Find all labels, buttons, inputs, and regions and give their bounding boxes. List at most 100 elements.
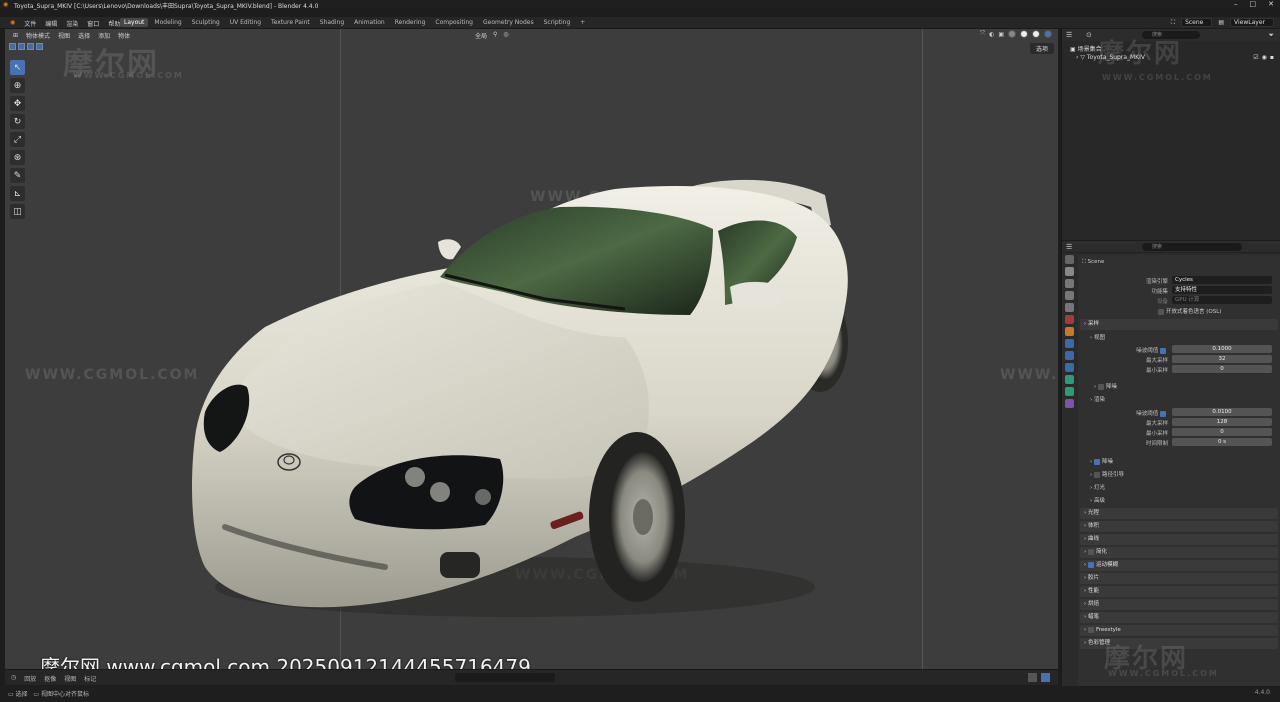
render-engine-select[interactable]: Cycles: [1172, 276, 1272, 284]
keying-set-icon[interactable]: [1041, 673, 1050, 682]
checkbox-icon[interactable]: ☑: [1253, 54, 1258, 61]
world-tab-icon[interactable]: [1064, 315, 1074, 324]
subpanel-render[interactable]: › 渲染: [1090, 395, 1105, 403]
tab-sculpting[interactable]: Sculpting: [188, 18, 224, 27]
tab-animation[interactable]: Animation: [350, 18, 389, 27]
select-mode-subtract-icon[interactable]: [27, 43, 34, 50]
panel-volumes[interactable]: › 体积: [1080, 521, 1278, 532]
tab-shading[interactable]: Shading: [316, 18, 348, 27]
menu-edit[interactable]: 编辑: [45, 19, 57, 28]
tab-scripting[interactable]: Scripting: [540, 18, 575, 27]
r-max-samples-field[interactable]: 128: [1172, 418, 1272, 426]
view-layer-tab-icon[interactable]: [1064, 291, 1074, 300]
gizmo-icon[interactable]: ⤧: [980, 30, 985, 38]
panel-freestyle[interactable]: › Freestyle: [1080, 625, 1278, 636]
panel-sampling[interactable]: › 采样: [1080, 319, 1278, 330]
menu-timeline-view[interactable]: 视图: [64, 674, 76, 683]
properties-search-input[interactable]: 搜索: [1142, 243, 1242, 251]
transform-icon[interactable]: ⊛: [10, 150, 25, 165]
panel-grease-pencil[interactable]: › 蜡笔: [1080, 612, 1278, 623]
tab-geometry-nodes[interactable]: Geometry Nodes: [479, 18, 538, 27]
menu-marker[interactable]: 标记: [84, 674, 96, 683]
subpanel-path-guiding[interactable]: › 路径引导: [1090, 470, 1124, 478]
vp-min-samples-field[interactable]: 0: [1172, 365, 1272, 373]
subpanel-lights[interactable]: › 灯光: [1090, 483, 1105, 491]
particles-tab-icon[interactable]: [1064, 351, 1074, 360]
tab-rendering[interactable]: Rendering: [391, 18, 430, 27]
view-layer-selector[interactable]: ViewLayer: [1230, 18, 1274, 27]
tab-layout[interactable]: Layout: [120, 18, 149, 27]
time-limit-field[interactable]: 0 s: [1172, 438, 1272, 446]
wireframe-shading-button[interactable]: [1008, 30, 1016, 38]
panel-film[interactable]: › 胶片: [1080, 573, 1278, 584]
timeline-editor-icon[interactable]: ◷: [11, 674, 16, 683]
scene-selector[interactable]: Scene: [1181, 18, 1213, 27]
panel-curves[interactable]: › 曲线: [1080, 534, 1278, 545]
render-tab-icon[interactable]: [1064, 267, 1074, 276]
mode-selector[interactable]: 物体模式: [26, 31, 50, 40]
camera-icon[interactable]: ▪: [1270, 54, 1274, 61]
subpanel-vp-denoise[interactable]: › 降噪: [1094, 382, 1117, 390]
snap-icon[interactable]: ⚲: [493, 31, 497, 40]
solid-shading-button[interactable]: [1020, 30, 1028, 38]
outliner-row-scene-collection[interactable]: ▣ 场景集合: [1070, 44, 1102, 53]
device-select[interactable]: GPU 计算: [1172, 296, 1272, 304]
scene-tab-icon[interactable]: [1064, 303, 1074, 312]
editor-type-icon[interactable]: ☰: [1066, 243, 1072, 251]
select-mode-invert-icon[interactable]: [36, 43, 43, 50]
material-shading-button[interactable]: [1032, 30, 1040, 38]
r-noise-threshold-field[interactable]: 0.0100: [1172, 408, 1272, 416]
rotate-icon[interactable]: ↻: [10, 114, 25, 129]
add-cube-icon[interactable]: ◫: [10, 204, 25, 219]
output-tab-icon[interactable]: [1064, 279, 1074, 288]
toyota-supra-model[interactable]: [185, 147, 855, 627]
osl-checkbox[interactable]: 开放式着色语言 (OSL): [1158, 307, 1221, 315]
menu-render[interactable]: 渲染: [66, 19, 78, 28]
menu-keying[interactable]: 抠像: [44, 674, 56, 683]
add-workspace-button[interactable]: +: [576, 18, 589, 27]
panel-light-paths[interactable]: › 光程: [1080, 508, 1278, 519]
vp-max-samples-field[interactable]: 32: [1172, 355, 1272, 363]
eye-icon[interactable]: ◉: [1262, 54, 1267, 61]
material-tab-icon[interactable]: [1064, 399, 1074, 408]
menu-window[interactable]: 窗口: [87, 19, 99, 28]
constraint-tab-icon[interactable]: [1064, 375, 1074, 384]
subpanel-denoise[interactable]: › 降噪: [1090, 457, 1113, 465]
subpanel-viewport[interactable]: › 视图: [1090, 333, 1105, 341]
r-min-samples-field[interactable]: 0: [1172, 428, 1272, 436]
panel-performance[interactable]: › 性能: [1080, 586, 1278, 597]
tab-modeling[interactable]: Modeling: [150, 18, 185, 27]
physics-tab-icon[interactable]: [1064, 363, 1074, 372]
expand-icon[interactable]: ›: [1076, 54, 1078, 61]
funnel-icon[interactable]: ⏷: [1268, 31, 1274, 40]
vp-noise-threshold-field[interactable]: 0.1000: [1172, 345, 1272, 353]
tab-texture-paint[interactable]: Texture Paint: [267, 18, 314, 27]
options-button[interactable]: 选项: [1029, 43, 1054, 54]
auto-key-icon[interactable]: [1028, 673, 1037, 682]
filter-icon[interactable]: ⊙: [1086, 31, 1092, 39]
close-button[interactable]: ✕: [1268, 0, 1274, 8]
minimize-button[interactable]: –: [1234, 0, 1238, 8]
transform-orientation[interactable]: 全局: [475, 31, 487, 40]
panel-bake[interactable]: › 烘焙: [1080, 599, 1278, 610]
tab-uv-editing[interactable]: UV Editing: [226, 18, 265, 27]
measure-icon[interactable]: ⊾: [10, 186, 25, 201]
feature-set-select[interactable]: 支持特性: [1172, 286, 1272, 294]
menu-file[interactable]: 文件: [24, 19, 36, 28]
proportional-edit-icon[interactable]: ◎: [503, 31, 508, 40]
object-tab-icon[interactable]: [1064, 327, 1074, 336]
tool-tab-icon[interactable]: [1064, 255, 1074, 264]
select-box-icon[interactable]: ↖: [10, 60, 25, 75]
tab-compositing[interactable]: Compositing: [431, 18, 477, 27]
scale-icon[interactable]: ⤢: [10, 132, 25, 147]
move-icon[interactable]: ✥: [10, 96, 25, 111]
editor-type-icon[interactable]: ☰: [1066, 31, 1072, 39]
xray-icon[interactable]: ▣: [998, 31, 1004, 38]
subpanel-advanced[interactable]: › 高级: [1090, 496, 1105, 504]
menu-playback[interactable]: 回放: [24, 674, 36, 683]
panel-simplify[interactable]: › 简化: [1080, 547, 1278, 558]
select-mode-new-icon[interactable]: [9, 43, 16, 50]
rendered-shading-button[interactable]: [1044, 30, 1052, 38]
select-mode-extend-icon[interactable]: [18, 43, 25, 50]
maximize-button[interactable]: □: [1250, 0, 1257, 8]
